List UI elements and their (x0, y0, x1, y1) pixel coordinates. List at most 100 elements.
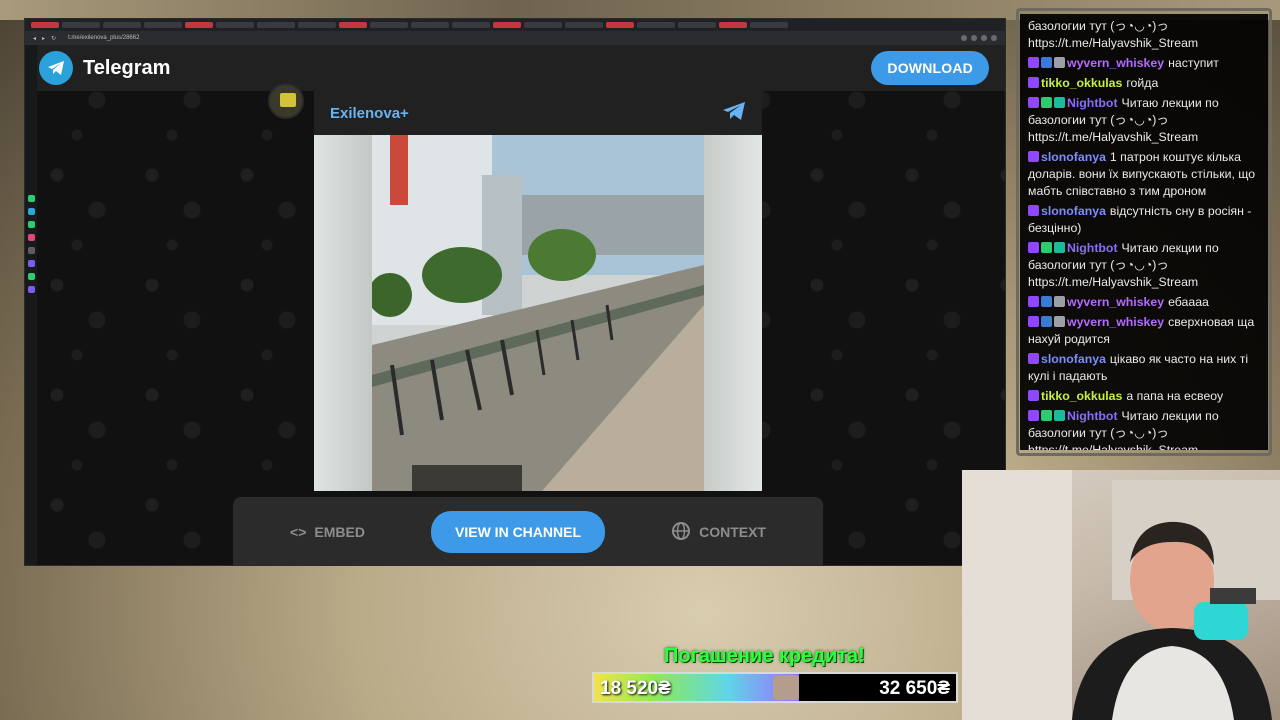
chat-badge-icon (1028, 151, 1039, 162)
sidebar-app-icon[interactable] (27, 195, 35, 202)
chat-username[interactable]: Nightbot (1067, 241, 1118, 255)
chat-message: базологии тут (っ◔◡◔)っ https://t.me/Halya… (1028, 18, 1260, 52)
extension-icon[interactable] (981, 35, 987, 41)
back-icon[interactable]: ◂ (33, 35, 36, 42)
chat-badge-icon (1041, 57, 1052, 68)
browser-tab[interactable] (257, 22, 295, 28)
browser-address-bar: ◂ ▸ ↻ t.me/exilenova_plus/28662 (25, 31, 1005, 45)
chat-badge-icon (1028, 57, 1039, 68)
extension-icon[interactable] (961, 35, 967, 41)
chat-text: а папа на есвеоу (1126, 389, 1224, 403)
chat-badge-icon (1028, 242, 1039, 253)
browser-tab[interactable] (493, 22, 521, 28)
browser-tab[interactable] (750, 22, 788, 28)
chat-text: гойда (1126, 76, 1159, 90)
browser-tab[interactable] (606, 22, 634, 28)
sidebar-app-icon[interactable] (27, 273, 35, 280)
sidebar-app-icon[interactable] (27, 208, 35, 215)
address-field[interactable]: t.me/exilenova_plus/28662 (62, 35, 145, 41)
chat-username[interactable]: slonofanya (1041, 352, 1106, 366)
extension-icon[interactable] (971, 35, 977, 41)
channel-avatar[interactable] (268, 83, 304, 119)
chat-message: tikko_okkulas а папа на есвеоу (1028, 388, 1260, 405)
chat-username[interactable]: wyvern_whiskey (1067, 315, 1164, 329)
browser-tab[interactable] (411, 22, 449, 28)
chat-badge-icon (1054, 410, 1065, 421)
view-in-channel-button[interactable]: VIEW IN CHANNEL (431, 511, 606, 553)
post-photo (372, 135, 704, 491)
forward-icon[interactable]: ▸ (42, 35, 45, 42)
chat-message: slonofanya 1 патрон коштує кілька доларів… (1028, 149, 1260, 200)
browser-tab-bar[interactable] (25, 19, 1005, 31)
profile-icon[interactable] (991, 35, 997, 41)
chat-message: Nightbot Читаю лекции по базологии тут (っ… (1028, 408, 1260, 450)
globe-icon (671, 521, 691, 544)
media-blur-right (704, 135, 762, 491)
browser-tab[interactable] (298, 22, 336, 28)
sidebar-app-icon[interactable] (27, 286, 35, 293)
chat-badge-icon (1028, 390, 1039, 401)
embed-label: EMBED (314, 524, 365, 540)
download-button[interactable]: DOWNLOAD (871, 51, 989, 85)
browser-tab[interactable] (565, 22, 603, 28)
browser-tab[interactable] (339, 22, 367, 28)
context-label: CONTEXT (699, 524, 766, 540)
browser-tab[interactable] (524, 22, 562, 28)
chat-message: Nightbot Читаю лекции по базологии тут (っ… (1028, 95, 1260, 146)
credit-progress-bar: 18 520₴ 32 650₴ (592, 672, 958, 703)
chat-text: наступит (1168, 56, 1219, 70)
chat-message: slonofanya цікаво як часто на них ті кулі… (1028, 351, 1260, 385)
chat-username[interactable]: slonofanya (1041, 150, 1106, 164)
webcam-feed (962, 470, 1280, 720)
chat-badge-icon (1028, 353, 1039, 364)
sidebar-app-icon[interactable] (27, 234, 35, 241)
chat-username[interactable]: Nightbot (1067, 96, 1118, 110)
telegram-plane-icon (722, 101, 746, 126)
chat-badge-icon (1028, 77, 1039, 88)
telegram-page: Telegram DOWNLOAD Exilenova+ <> EMBED VI… (37, 45, 1005, 565)
browser-tab[interactable] (216, 22, 254, 28)
browser-tab[interactable] (370, 22, 408, 28)
chat-badge-icon (1054, 97, 1065, 108)
browser-tab[interactable] (103, 22, 141, 28)
browser-tab[interactable] (31, 22, 59, 28)
chat-badge-icon (1041, 410, 1052, 421)
chat-username[interactable]: wyvern_whiskey (1067, 56, 1164, 70)
channel-name[interactable]: Exilenova+ (330, 105, 409, 122)
context-button[interactable]: CONTEXT (671, 521, 766, 544)
sidebar-app-icon[interactable] (27, 221, 35, 228)
sidebar-app-icon[interactable] (27, 247, 35, 254)
chat-badge-icon (1041, 316, 1052, 327)
chat-badge-icon (1028, 410, 1039, 421)
chat-badge-icon (1028, 296, 1039, 307)
chat-username[interactable]: wyvern_whiskey (1067, 295, 1164, 309)
browser-tab[interactable] (144, 22, 182, 28)
browser-tab[interactable] (719, 22, 747, 28)
chat-message: wyvern_whiskey сверхновая ща нахуй родитс… (1028, 314, 1260, 348)
sidebar-app-icon[interactable] (27, 260, 35, 267)
stream-chat: базологии тут (っ◔◡◔)っ https://t.me/Halya… (1020, 14, 1268, 450)
telegram-logo-icon[interactable] (39, 51, 73, 85)
chat-badge-icon (1028, 97, 1039, 108)
chat-username[interactable]: slonofanya (1041, 204, 1106, 218)
browser-tab[interactable] (637, 22, 675, 28)
chat-badge-icon (1054, 242, 1065, 253)
browser-tab[interactable] (185, 22, 213, 28)
chat-badge-icon (1028, 316, 1039, 327)
browser-tab[interactable] (452, 22, 490, 28)
chat-username[interactable]: tikko_okkulas (1041, 76, 1122, 90)
credit-avatar-icon (773, 675, 800, 700)
chat-username[interactable]: tikko_okkulas (1041, 389, 1122, 403)
chat-badge-icon (1041, 296, 1052, 307)
chat-badge-icon (1054, 57, 1065, 68)
post-header: Exilenova+ (314, 91, 762, 135)
chat-username[interactable]: Nightbot (1067, 409, 1118, 423)
embed-button[interactable]: <> EMBED (290, 524, 365, 540)
post-media[interactable] (314, 135, 762, 491)
browser-tab[interactable] (678, 22, 716, 28)
media-blur-left (314, 135, 372, 491)
chat-message: wyvern_whiskey ебаааа (1028, 294, 1260, 311)
browser-tab[interactable] (62, 22, 100, 28)
reload-icon[interactable]: ↻ (51, 35, 56, 42)
browser-sidebar (25, 45, 37, 565)
